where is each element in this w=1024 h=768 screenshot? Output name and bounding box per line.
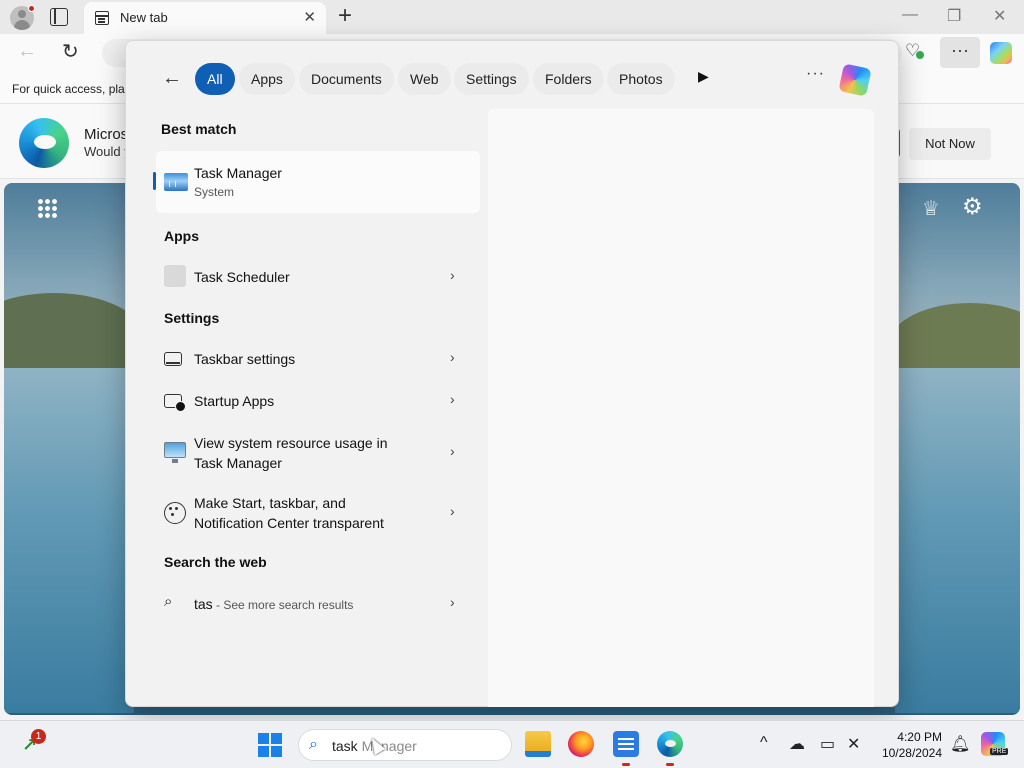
search-options-more-icon[interactable]: ··· bbox=[806, 65, 825, 83]
show-hidden-icons-chevron-icon[interactable]: ^ bbox=[760, 734, 768, 752]
chevron-right-icon: › bbox=[450, 349, 455, 365]
filter-all[interactable]: All bbox=[195, 63, 235, 95]
copilot-icon[interactable] bbox=[838, 63, 872, 97]
web-hint: - See more search results bbox=[212, 598, 354, 612]
start-button-windows-icon[interactable] bbox=[258, 733, 282, 757]
edge-icon[interactable] bbox=[657, 731, 683, 757]
taskbar-settings-icon bbox=[164, 352, 182, 366]
search-web-heading: Search the web bbox=[164, 554, 267, 570]
search-icon: ⌕ bbox=[164, 593, 173, 610]
selection-indicator bbox=[153, 172, 156, 190]
onedrive-offline-icon[interactable]: ☁ bbox=[789, 734, 805, 754]
running-indicator bbox=[622, 763, 630, 766]
result-label-line1: View system resource usage in bbox=[194, 435, 388, 451]
page-settings-gear-icon[interactable]: ⚙ bbox=[962, 193, 983, 220]
result-label-line1: Make Start, taskbar, and bbox=[194, 495, 346, 511]
startup-apps-icon bbox=[164, 394, 186, 412]
result-web-search[interactable]: ⌕ tas - See more search results › bbox=[156, 592, 476, 616]
result-label-line2: Notification Center transparent bbox=[194, 515, 384, 531]
personalization-palette-icon bbox=[164, 502, 186, 524]
new-tab-button[interactable]: + bbox=[338, 2, 352, 30]
system-monitor-icon bbox=[164, 442, 186, 463]
not-now-button[interactable]: Not Now bbox=[909, 128, 991, 160]
tab-close-icon[interactable]: ✕ bbox=[303, 8, 316, 26]
app-launcher-icon[interactable] bbox=[37, 198, 57, 218]
tab-actions-icon[interactable] bbox=[50, 8, 68, 26]
taskbar-search-box[interactable]: ⌕ task Manager bbox=[298, 729, 512, 761]
more-filters-play-icon[interactable]: ▶ bbox=[698, 68, 709, 85]
preview-badge: PRE bbox=[990, 748, 1009, 755]
favorites-hint-text: For quick access, pla bbox=[12, 82, 125, 96]
chevron-right-icon: › bbox=[450, 503, 455, 519]
clock-date[interactable]: 10/28/2024 bbox=[880, 746, 942, 760]
best-match-subtitle: System bbox=[194, 185, 235, 199]
refresh-button[interactable]: ↻ bbox=[62, 39, 79, 64]
landscape-water bbox=[4, 368, 134, 713]
running-indicator bbox=[666, 763, 674, 766]
search-back-button[interactable]: ← bbox=[162, 67, 182, 90]
filter-settings[interactable]: Settings bbox=[454, 63, 529, 95]
result-label-line2: Task Manager bbox=[194, 455, 282, 471]
filter-folders[interactable]: Folders bbox=[533, 63, 604, 95]
chevron-right-icon: › bbox=[450, 443, 455, 459]
result-system-resource-usage[interactable]: View system resource usage in Task Manag… bbox=[156, 432, 476, 476]
windows-search-panel: ← All Apps Documents Web Settings Folder… bbox=[125, 40, 899, 707]
rewards-icon[interactable]: ♕ bbox=[922, 196, 940, 221]
minimize-button[interactable]: — bbox=[902, 6, 918, 24]
search-icon: ⌕ bbox=[309, 736, 318, 753]
chevron-right-icon: › bbox=[450, 267, 455, 283]
new-tab-page-icon bbox=[95, 11, 109, 25]
volume-muted-icon[interactable]: ✕ bbox=[847, 734, 860, 754]
result-preview-pane bbox=[488, 109, 874, 707]
result-label: Startup Apps bbox=[194, 393, 275, 409]
result-transparency-settings[interactable]: Make Start, taskbar, and Notification Ce… bbox=[156, 492, 476, 536]
restore-button[interactable]: ❐ bbox=[947, 6, 961, 26]
notification-bell-icon[interactable]: 🔔︎ bbox=[950, 734, 970, 754]
edge-logo-icon bbox=[19, 118, 69, 168]
clock-time[interactable]: 4:20 PM bbox=[880, 730, 942, 744]
result-startup-apps[interactable]: Startup Apps › bbox=[156, 390, 476, 414]
firefox-icon[interactable] bbox=[568, 731, 594, 757]
best-match-task-manager[interactable]: Task Manager System bbox=[153, 151, 480, 213]
network-icon[interactable]: ▭ bbox=[820, 734, 835, 754]
back-button[interactable]: ← bbox=[17, 40, 37, 63]
settings-heading: Settings bbox=[164, 310, 220, 326]
landscape-water bbox=[895, 368, 1020, 713]
search-typed-text: task bbox=[332, 738, 358, 754]
chevron-right-icon: › bbox=[450, 391, 455, 407]
notepad-icon[interactable] bbox=[613, 731, 639, 757]
browser-essentials-icon[interactable]: ♡ bbox=[905, 41, 925, 61]
tab-new-tab[interactable]: New tab ✕ bbox=[84, 2, 326, 34]
result-taskbar-settings[interactable]: Taskbar settings › bbox=[156, 348, 476, 372]
banner-subtitle: Would y bbox=[84, 144, 131, 159]
banner-title: Micros bbox=[84, 126, 129, 143]
filter-web[interactable]: Web bbox=[398, 63, 451, 95]
filter-apps[interactable]: Apps bbox=[239, 63, 295, 95]
task-manager-icon bbox=[164, 173, 188, 191]
task-scheduler-icon bbox=[164, 265, 186, 287]
result-label: Taskbar settings bbox=[194, 351, 296, 367]
windows-taskbar: ↗ 1 ⌕ task Manager ^ ☁ ▭ ✕ 4:20 PM 10/28… bbox=[0, 720, 1024, 768]
widgets-badge: 1 bbox=[31, 729, 46, 744]
copilot-icon[interactable] bbox=[990, 42, 1012, 64]
apps-heading: Apps bbox=[164, 228, 199, 244]
best-match-title: Task Manager bbox=[194, 165, 282, 181]
result-task-scheduler[interactable]: Task Scheduler › bbox=[156, 265, 476, 289]
filter-photos[interactable]: Photos bbox=[607, 63, 675, 95]
web-query: tas bbox=[194, 596, 213, 612]
browser-title-bar: New tab ✕ + — ❐ ✕ bbox=[0, 0, 1024, 34]
profile-notification-dot bbox=[28, 5, 35, 12]
chevron-right-icon: › bbox=[450, 594, 455, 610]
tab-title: New tab bbox=[120, 10, 168, 25]
best-match-heading: Best match bbox=[161, 121, 237, 137]
web-result-label: tas - See more search results bbox=[194, 594, 353, 615]
filter-documents[interactable]: Documents bbox=[299, 63, 394, 95]
result-label: Task Scheduler bbox=[194, 269, 290, 285]
close-window-button[interactable]: ✕ bbox=[993, 6, 1006, 26]
settings-and-more-button[interactable]: ··· bbox=[940, 37, 980, 68]
file-explorer-icon[interactable] bbox=[525, 731, 551, 757]
